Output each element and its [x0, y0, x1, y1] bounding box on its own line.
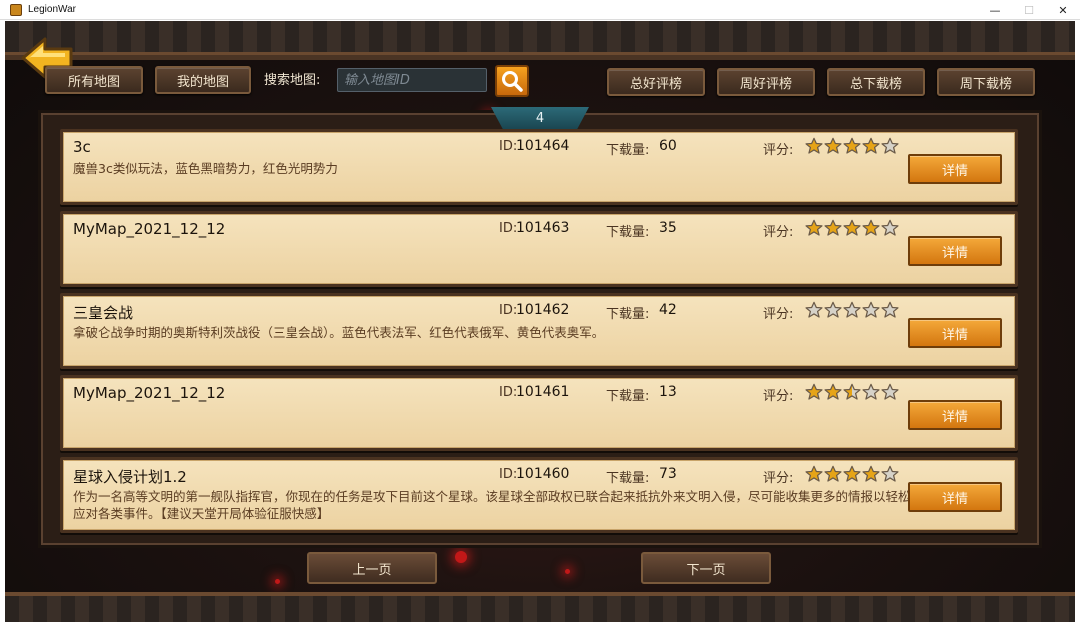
star-icon — [824, 465, 842, 487]
search-icon — [502, 71, 523, 92]
top-border — [5, 21, 1075, 60]
detail-button[interactable]: 详情 — [908, 154, 1002, 184]
star-icon — [881, 219, 899, 241]
page-number-tab: 4 — [491, 107, 589, 129]
ember-decoration — [275, 579, 280, 584]
downloads-label: 下载量: — [606, 143, 650, 158]
star-icon — [862, 465, 880, 487]
map-id: 101464 — [516, 138, 570, 154]
ranking-total-rating-button[interactable]: 总好评榜 — [607, 68, 705, 96]
map-title: 三皇会战 — [73, 304, 134, 322]
star-icon — [881, 383, 899, 405]
all-maps-button[interactable]: 所有地图 — [45, 66, 143, 94]
map-title: MyMap_2021_12_12 — [73, 384, 226, 402]
map-id: 101461 — [516, 384, 570, 400]
rating-label: 评分: — [763, 389, 794, 404]
map-id: 101463 — [516, 220, 570, 236]
star-icon — [862, 219, 880, 241]
map-description: 作为一名高等文明的第一舰队指挥官，你现在的任务是攻下目前这个星球。该星球全部政权… — [73, 489, 911, 521]
map-card: 3c 魔兽3c类似玩法，蓝色黑暗势力，红色光明势力 ID: 101464 下载量: 60 评… — [60, 129, 1018, 205]
detail-button[interactable]: 详情 — [908, 400, 1002, 430]
ranking-total-downloads-button[interactable]: 总下载榜 — [827, 68, 925, 96]
rating-stars — [805, 219, 899, 241]
star-icon — [862, 137, 880, 159]
search-button[interactable] — [495, 65, 529, 97]
close-button[interactable]: ✕ — [1046, 0, 1080, 20]
download-count: 73 — [659, 466, 677, 482]
ember-decoration — [565, 569, 570, 574]
star-icon — [824, 383, 842, 405]
star-icon — [881, 465, 899, 487]
downloads-label: 下载量: — [606, 389, 650, 404]
download-count: 35 — [659, 220, 677, 236]
star-icon — [843, 219, 861, 241]
search-input[interactable] — [337, 68, 487, 92]
star-icon — [805, 383, 823, 405]
my-maps-button[interactable]: 我的地图 — [155, 66, 251, 94]
window-controls: — ☐ ✕ — [978, 0, 1080, 20]
star-icon — [881, 301, 899, 323]
search-label: 搜索地图: — [264, 73, 321, 88]
map-card: MyMap_2021_12_12 ID: 101463 下载量: 35 评分: 详情 — [60, 211, 1018, 287]
window-title: LegionWar — [28, 4, 76, 15]
star-icon — [843, 301, 861, 323]
id-label: ID: — [499, 303, 518, 318]
id-label: ID: — [499, 139, 518, 154]
map-card: MyMap_2021_12_12 ID: 101461 下载量: 13 评分: 详情 — [60, 375, 1018, 451]
map-title: 3c — [73, 138, 91, 156]
download-count: 13 — [659, 384, 677, 400]
app-icon — [10, 3, 22, 16]
star-icon — [805, 301, 823, 323]
map-id: 101460 — [516, 466, 570, 482]
download-count: 42 — [659, 302, 677, 318]
star-icon — [824, 137, 842, 159]
rating-label: 评分: — [763, 307, 794, 322]
id-label: ID: — [499, 221, 518, 236]
rating-stars — [805, 301, 899, 323]
star-icon — [824, 301, 842, 323]
star-icon — [843, 465, 861, 487]
star-icon — [824, 219, 842, 241]
map-card: 三皇会战拿破仑战争时期的奥斯特利茨战役（三皇会战）。蓝色代表法军、红色代表俄军、… — [60, 293, 1018, 369]
star-icon — [805, 219, 823, 241]
prev-page-button[interactable]: 上一页 — [307, 552, 437, 584]
downloads-label: 下载量: — [606, 307, 650, 322]
rating-label: 评分: — [763, 471, 794, 486]
star-icon — [843, 137, 861, 159]
rating-stars — [805, 383, 899, 405]
ranking-weekly-downloads-button[interactable]: 周下载榜 — [937, 68, 1035, 96]
window-titlebar: LegionWar — ☐ ✕ — [0, 0, 1080, 20]
rating-label: 评分: — [763, 225, 794, 240]
ember-decoration — [455, 551, 467, 563]
maximize-button[interactable]: ☐ — [1012, 0, 1046, 20]
star-icon — [843, 383, 861, 405]
detail-button[interactable]: 详情 — [908, 482, 1002, 512]
game-viewport: 所有地图 我的地图 搜索地图: 总好评榜 周好评榜 总下载榜 周下载榜 4 3c… — [5, 21, 1075, 622]
map-card: 星球入侵计划1.2 作为一名高等文明的第一舰队指挥官，你现在的任务是攻下目前这个星… — [60, 457, 1018, 533]
map-title: MyMap_2021_12_12 — [73, 220, 226, 238]
next-page-button[interactable]: 下一页 — [641, 552, 771, 584]
star-icon — [805, 137, 823, 159]
map-description: 魔兽3c类似玩法，蓝色黑暗势力，红色光明势力 — [73, 161, 338, 176]
id-label: ID: — [499, 385, 518, 400]
id-label: ID: — [499, 467, 518, 482]
detail-button[interactable]: 详情 — [908, 318, 1002, 348]
detail-button[interactable]: 详情 — [908, 236, 1002, 266]
minimize-button[interactable]: — — [978, 0, 1012, 20]
rating-stars — [805, 137, 899, 159]
downloads-label: 下载量: — [606, 225, 650, 240]
star-icon — [805, 465, 823, 487]
ranking-weekly-rating-button[interactable]: 周好评榜 — [717, 68, 815, 96]
star-icon — [862, 301, 880, 323]
rating-label: 评分: — [763, 143, 794, 158]
map-title: 星球入侵计划1.2 — [73, 468, 187, 486]
map-id: 101462 — [516, 302, 570, 318]
map-description: 拿破仑战争时期的奥斯特利茨战役（三皇会战）。蓝色代表法军、红色代表俄军、黄色代表… — [73, 325, 605, 340]
star-icon — [881, 137, 899, 159]
bottom-border — [5, 592, 1075, 622]
star-icon — [862, 383, 880, 405]
rating-stars — [805, 465, 899, 487]
downloads-label: 下载量: — [606, 471, 650, 486]
download-count: 60 — [659, 138, 677, 154]
